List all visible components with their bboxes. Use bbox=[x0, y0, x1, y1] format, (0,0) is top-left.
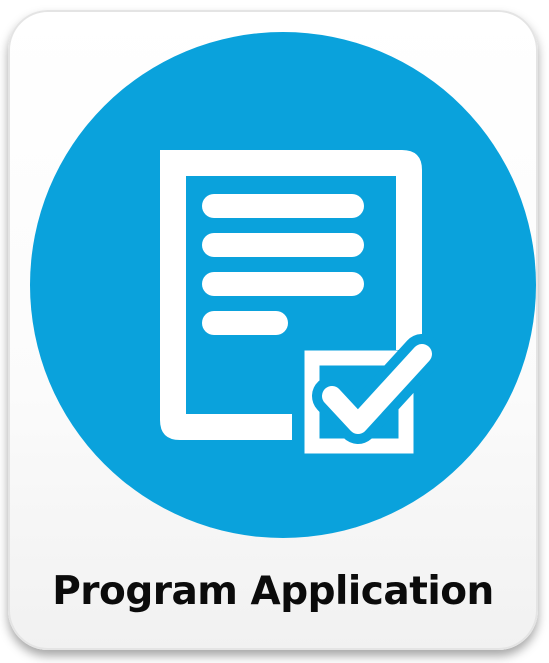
document-checkbox-icon bbox=[30, 32, 536, 538]
document-line-3 bbox=[202, 272, 364, 296]
document-line-1 bbox=[202, 194, 364, 218]
tile-label: Program Application bbox=[52, 569, 494, 614]
program-application-tile[interactable]: Program Application bbox=[8, 10, 538, 650]
document-checkbox-icon-graphic bbox=[30, 32, 536, 538]
document-line-2 bbox=[202, 233, 364, 257]
document-line-4 bbox=[202, 311, 288, 335]
